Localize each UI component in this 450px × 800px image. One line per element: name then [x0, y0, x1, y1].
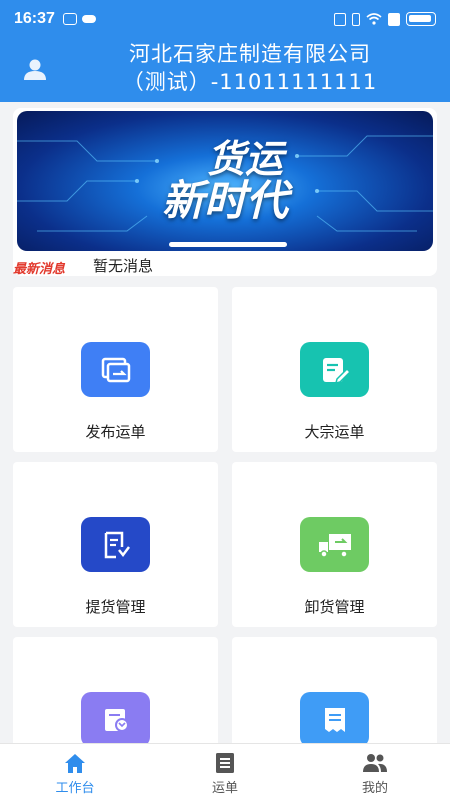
- status-time: 16:37: [14, 10, 55, 27]
- home-icon: [65, 754, 85, 773]
- banner-card: 货运 新时代 最新消息 暂无消息: [13, 108, 437, 277]
- status-bar: 16:37: [0, 0, 450, 38]
- banner-slogan: 货运 新时代: [17, 139, 433, 223]
- tab-workbench-label: 工作台: [55, 781, 95, 796]
- tab-mine-label: 我的: [361, 781, 388, 796]
- battery-icon: [406, 12, 436, 26]
- tab-mine[interactable]: 我的: [300, 744, 450, 800]
- bottom-tab-bar: 工作台 运单 我的: [0, 743, 450, 800]
- notification-icon: [62, 13, 77, 25]
- tab-waybill[interactable]: 运单: [150, 744, 300, 800]
- wifi-icon: [366, 13, 382, 25]
- tile-pickup-management[interactable]: 提货管理: [13, 462, 218, 627]
- tile-unload-management-label: 卸货管理: [304, 598, 365, 616]
- cloud-icon: [81, 15, 96, 23]
- tile-publish-waybill[interactable]: 发布运单: [13, 287, 218, 452]
- banner-slogan-line1: 货运: [206, 137, 283, 181]
- user-avatar-icon[interactable]: [22, 56, 48, 82]
- banner-page-indicator: [169, 242, 287, 247]
- waybill-icon: [216, 753, 234, 773]
- company-name: 河北石家庄制造有限公司 （测试）-11011111111: [60, 40, 440, 96]
- news-text[interactable]: 暂无消息: [93, 255, 153, 276]
- vibrate-icon: [352, 12, 360, 26]
- signal-alert-icon: [388, 12, 400, 26]
- unload-management-icon: [300, 517, 369, 572]
- bulk-waybill-icon: [300, 342, 369, 397]
- publish-waybill-icon: [81, 342, 150, 397]
- status-left-icons: [62, 13, 96, 25]
- settlement-icon: [81, 692, 150, 747]
- news-label: 最新消息: [13, 262, 66, 277]
- nfc-icon: [334, 12, 346, 26]
- tile-bulk-waybill-label: 大宗运单: [304, 423, 365, 441]
- tile-bulk-waybill[interactable]: 大宗运单: [232, 287, 437, 452]
- banner-slogan-line2: 新时代: [161, 176, 288, 225]
- receipt-icon: [300, 692, 369, 747]
- company-name-line2: （测试）-11011111111: [122, 70, 378, 94]
- banner-carousel[interactable]: 货运 新时代: [17, 111, 433, 251]
- tab-workbench[interactable]: 工作台: [0, 744, 150, 800]
- tab-waybill-label: 运单: [211, 781, 238, 796]
- tile-pickup-management-label: 提货管理: [85, 598, 146, 616]
- profile-icon: [363, 754, 387, 772]
- status-right-icons: [334, 12, 436, 26]
- tile-publish-waybill-label: 发布运单: [85, 423, 146, 441]
- pickup-management-icon: [81, 517, 150, 572]
- app-header: 河北石家庄制造有限公司 （测试）-11011111111: [0, 38, 450, 102]
- company-name-line1: 河北石家庄制造有限公司: [129, 42, 371, 66]
- tile-unload-management[interactable]: 卸货管理: [232, 462, 437, 627]
